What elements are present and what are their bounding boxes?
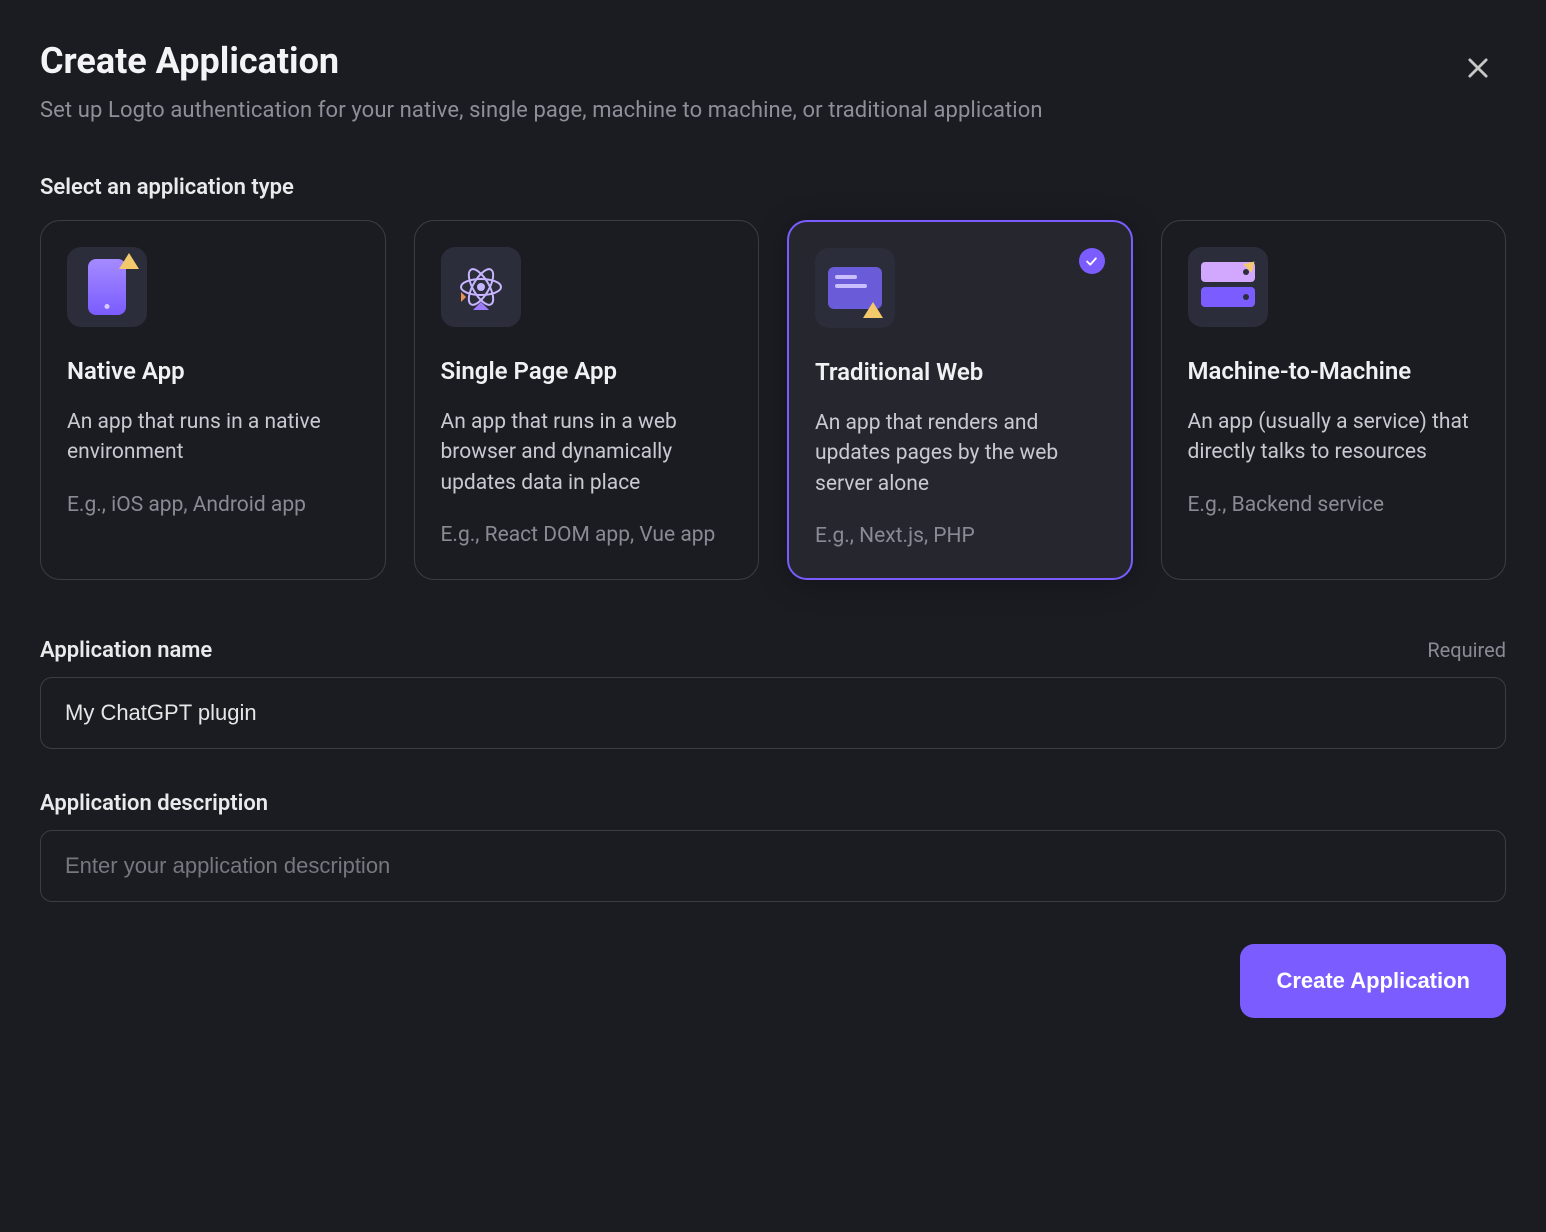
close-icon (1464, 54, 1492, 82)
application-description-input[interactable] (40, 830, 1506, 902)
create-application-button[interactable]: Create Application (1240, 944, 1506, 1018)
card-description: An app that runs in a web browser and dy… (441, 407, 733, 498)
card-example: E.g., Next.js, PHP (815, 521, 1105, 551)
create-application-modal: Create Application Set up Logto authenti… (0, 0, 1546, 1058)
type-section-label: Select an application type (40, 175, 1506, 200)
native-app-icon (67, 247, 147, 327)
card-description: An app that renders and updates pages by… (815, 408, 1105, 499)
type-card-single-page-app[interactable]: Single Page App An app that runs in a we… (414, 220, 760, 580)
close-button[interactable] (1458, 48, 1498, 88)
application-name-label: Application name (40, 638, 212, 663)
card-description: An app that runs in a native environment (67, 407, 359, 468)
required-indicator: Required (1427, 638, 1506, 662)
spa-icon (441, 247, 521, 327)
application-name-row: Application name Required (40, 638, 1506, 749)
check-icon (1084, 254, 1099, 269)
card-title: Traditional Web (815, 358, 1105, 386)
card-example: E.g., iOS app, Android app (67, 490, 359, 520)
modal-subtitle: Set up Logto authentication for your nat… (40, 98, 1506, 123)
card-description: An app (usually a service) that directly… (1188, 407, 1480, 468)
modal-footer: Create Application (40, 944, 1506, 1018)
type-card-native-app[interactable]: Native App An app that runs in a native … (40, 220, 386, 580)
modal-title: Create Application (40, 40, 1506, 82)
application-type-grid: Native App An app that runs in a native … (40, 220, 1506, 580)
application-description-label: Application description (40, 791, 268, 816)
application-description-row: Application description (40, 791, 1506, 902)
traditional-web-icon (815, 248, 895, 328)
type-card-traditional-web[interactable]: Traditional Web An app that renders and … (787, 220, 1133, 580)
card-title: Native App (67, 357, 359, 385)
card-example: E.g., Backend service (1188, 490, 1480, 520)
m2m-icon (1188, 247, 1268, 327)
type-card-machine-to-machine[interactable]: Machine-to-Machine An app (usually a ser… (1161, 220, 1507, 580)
selected-check-badge (1079, 248, 1105, 274)
card-example: E.g., React DOM app, Vue app (441, 520, 733, 550)
card-title: Single Page App (441, 357, 733, 385)
card-title: Machine-to-Machine (1188, 357, 1480, 385)
application-name-input[interactable] (40, 677, 1506, 749)
